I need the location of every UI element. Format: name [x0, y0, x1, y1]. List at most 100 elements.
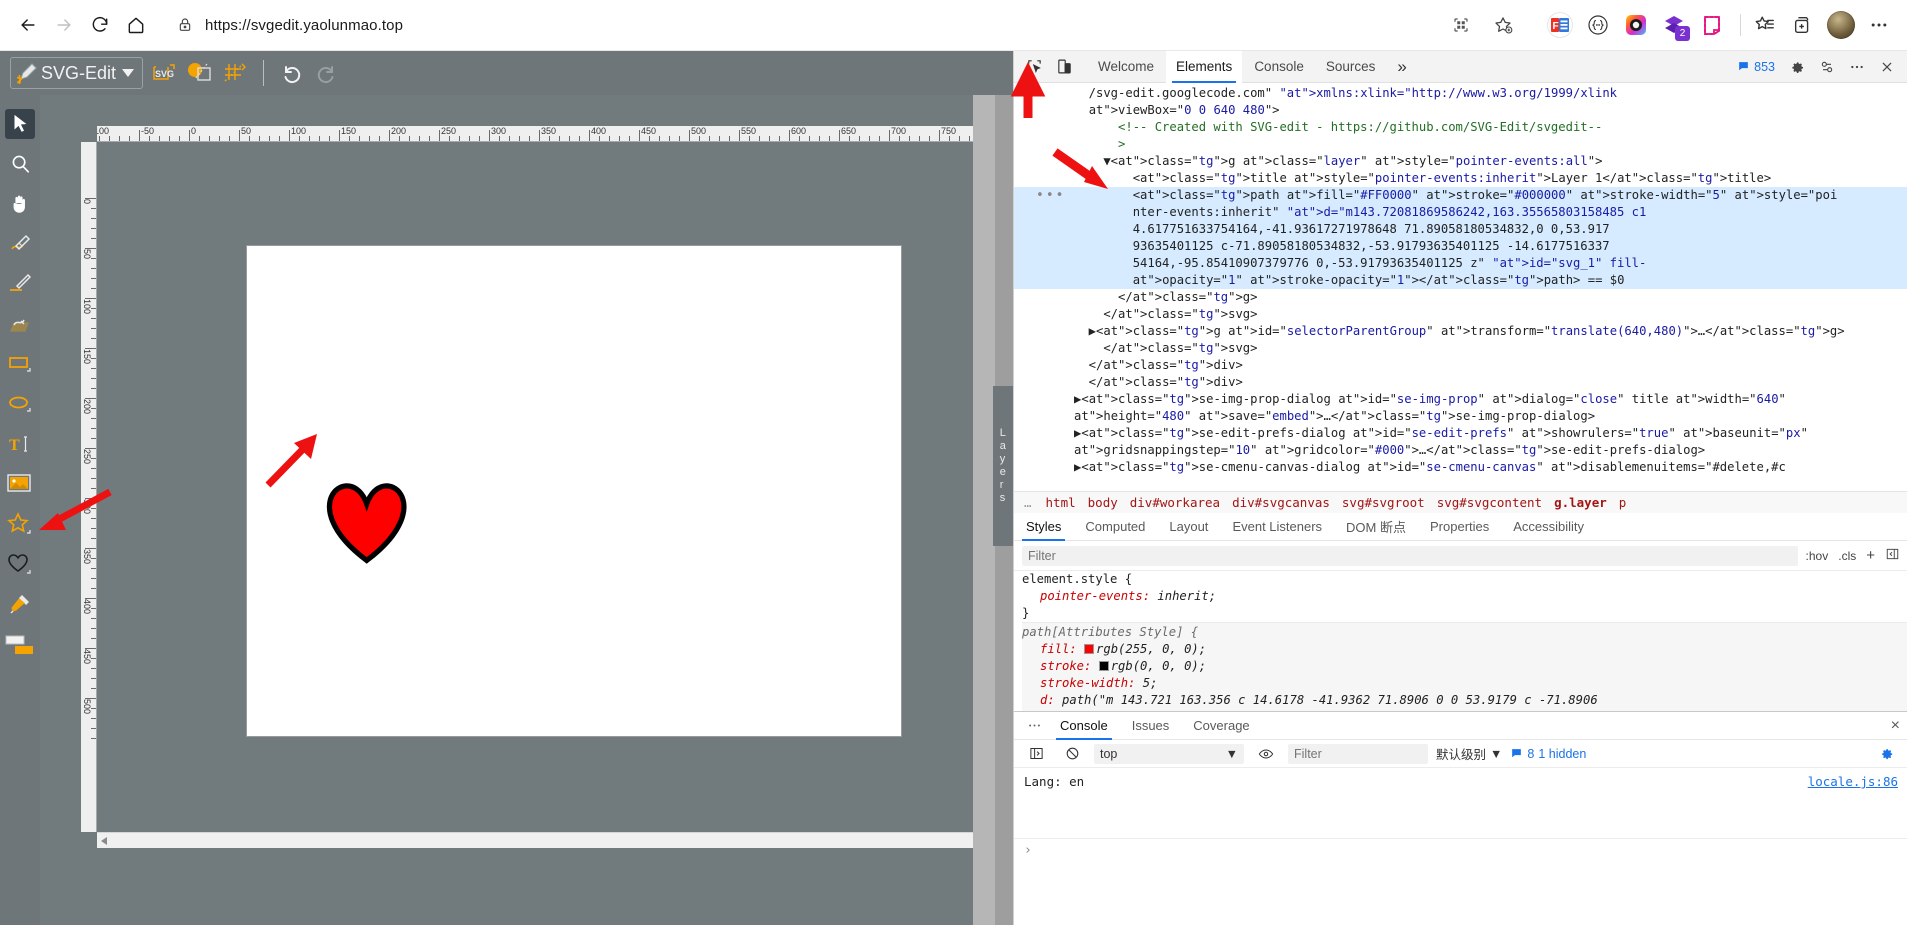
dom-tree-line[interactable]: at">gridsnappingstep="10" at">gridcolor=… [1014, 442, 1907, 459]
dom-tree-line[interactable]: <at">class="tg">path at">fill="#FF0000" … [1014, 187, 1907, 204]
cls-button[interactable]: .cls [1838, 549, 1856, 563]
address-bar[interactable]: https://svgedit.yaolunmao.top [162, 7, 1536, 43]
color-swatch[interactable] [1084, 644, 1095, 654]
canvas-horizontal-scrollbar[interactable] [97, 832, 1013, 848]
style-property[interactable]: stroke-width: 5; [1022, 675, 1907, 692]
breadcrumb-item[interactable]: svg#svgcontent [1437, 495, 1542, 510]
color-swatch[interactable] [1098, 661, 1109, 671]
pink-snip-extension-icon[interactable] [1694, 7, 1730, 43]
fill-stroke-swatch[interactable] [5, 629, 35, 663]
svg-document-icon[interactable]: SVG [149, 58, 179, 88]
tab-console[interactable]: Console [1244, 51, 1314, 83]
dom-tree-line[interactable]: at">height="480" at">save="embed">…</at"… [1014, 408, 1907, 425]
sidebar-item-zoom-tool[interactable] [5, 149, 35, 179]
sidebar-item-eyedropper-tool[interactable] [5, 589, 35, 619]
sidebar-item-freehand-tool[interactable] [5, 309, 35, 339]
sidebar-item-rectangle-tool[interactable] [5, 349, 35, 379]
svgedit-logo-menu-button[interactable]: SVG-Edit [10, 57, 144, 89]
dom-tree-line[interactable]: ▶<at">class="tg">se-edit-prefs-dialog at… [1014, 425, 1907, 442]
dom-tree[interactable]: /svg-edit.googlecode.com" "at">xmlns:xli… [1014, 83, 1907, 488]
breadcrumb-item[interactable]: g.layer [1554, 495, 1607, 510]
style-property[interactable]: fill: rgb(255, 0, 0); [1022, 641, 1907, 658]
style-tab-properties[interactable]: Properties [1418, 513, 1501, 541]
console-hidden-messages[interactable]: 8 1 hidden [1510, 747, 1586, 761]
dom-tree-line[interactable]: <at">class="tg">title at">style="pointer… [1014, 170, 1907, 187]
dom-tree-line[interactable]: 93635401125 c-71.89058180534832,-53.9179… [1014, 238, 1907, 255]
sidebar-item-text-tool[interactable]: T [5, 429, 35, 459]
hscroll-left-arrow-icon[interactable] [101, 837, 107, 845]
layers-tab-toggle[interactable]: Layers [993, 386, 1013, 546]
drawer-more-icon[interactable] [1020, 713, 1048, 739]
sidebar-item-image-tool[interactable] [5, 469, 35, 499]
console-settings-gear-icon[interactable] [1872, 741, 1900, 767]
style-property[interactable]: pointer-events: inherit; [1022, 588, 1907, 605]
curly-braces-extension-icon[interactable] [1580, 7, 1616, 43]
devtools-customize-icon[interactable] [1813, 54, 1841, 80]
styles-filter-input[interactable] [1022, 545, 1798, 566]
style-tab-accessibility[interactable]: Accessibility [1501, 513, 1596, 541]
tab-welcome[interactable]: Welcome [1088, 51, 1164, 83]
sidebar-item-star-tool[interactable] [5, 509, 35, 539]
drawer-tab-issues[interactable]: Issues [1120, 712, 1182, 740]
dom-tree-line[interactable]: nter-events:inherit" "at">d="m143.720818… [1014, 204, 1907, 221]
settings-more-icon[interactable] [1861, 7, 1897, 43]
drawer-tab-coverage[interactable]: Coverage [1181, 712, 1261, 740]
dom-tree-line[interactable]: ▶<at">class="tg">g at">id="selectorParen… [1014, 323, 1907, 340]
style-property[interactable]: d: path("m 143.721 163.356 c 14.6178 -41… [1022, 692, 1907, 709]
dom-tree-line[interactable]: > [1014, 136, 1907, 153]
dom-tree-line[interactable]: ▶<at">class="tg">se-cmenu-canvas-dialog … [1014, 459, 1907, 476]
drawer-tab-console[interactable]: Console [1048, 712, 1120, 740]
purple-layers-extension-icon[interactable]: 2 [1656, 7, 1692, 43]
profile-avatar[interactable] [1823, 7, 1859, 43]
dom-tree-line[interactable]: at">opacity="1" at">stroke-opacity="1"><… [1014, 272, 1907, 289]
breadcrumb-item[interactable]: p [1619, 495, 1627, 510]
breadcrumb[interactable]: … html body div#workarea div#svgcanvas svg#sv… [1014, 491, 1907, 513]
dom-tree-line[interactable]: /svg-edit.googlecode.com" "at">xmlns:xli… [1014, 85, 1907, 102]
dom-tree-line[interactable]: </at">class="tg">div> [1014, 357, 1907, 374]
console-sidebar-toggle-icon[interactable] [1022, 741, 1050, 767]
breadcrumb-item[interactable]: svg#svgroot [1342, 495, 1425, 510]
style-rule-block[interactable]: path[Attributes Style] {fill: rgb(255, 0… [1022, 622, 1907, 711]
fe-extension-icon[interactable]: F [1542, 7, 1578, 43]
sidebar-item-select-tool[interactable] [5, 109, 35, 139]
redo-icon[interactable] [312, 58, 342, 88]
tab-sources[interactable]: Sources [1316, 51, 1386, 83]
dom-tree-line[interactable]: </at">class="tg">div> [1014, 374, 1907, 391]
collections-icon[interactable] [1747, 7, 1783, 43]
style-property[interactable]: stroke: rgb(0, 0, 0); [1022, 658, 1907, 675]
style-rule-block[interactable]: element.style {pointer-events: inherit;} [1022, 571, 1907, 622]
dom-tree-line[interactable]: </at">class="tg">g> [1014, 289, 1907, 306]
styles-tab-bar[interactable]: Styles Computed Layout Event Listeners DOM 断… [1014, 513, 1907, 541]
settings-gear-icon[interactable] [1783, 54, 1811, 80]
issues-counter[interactable]: 853 [1731, 60, 1781, 74]
back-button[interactable] [10, 7, 46, 43]
style-tab-dom-断点[interactable]: DOM 断点 [1334, 513, 1418, 541]
devtools-more-icon[interactable] [1843, 54, 1871, 80]
split-screen-icon[interactable] [1443, 7, 1479, 43]
style-tab-layout[interactable]: Layout [1157, 513, 1220, 541]
dom-tree-line[interactable]: 4.617751633754164,-41.93617271978648 71.… [1014, 221, 1907, 238]
inspect-element-icon[interactable] [1020, 54, 1048, 80]
breadcrumb-item[interactable]: div#workarea [1130, 495, 1220, 510]
dom-tree-line[interactable]: </at">class="tg">svg> [1014, 306, 1907, 323]
svg-drawing-canvas[interactable] [246, 245, 902, 737]
console-filter-input[interactable] [1288, 743, 1428, 764]
dom-tree-line[interactable]: </at">class="tg">svg> [1014, 340, 1907, 357]
vertical-ruler[interactable]: 0 50 100 150 200 250 300 350 400 450 500 [81, 142, 97, 832]
sidebar-item-pan-tool[interactable] [5, 189, 35, 219]
style-tab-styles[interactable]: Styles [1014, 513, 1073, 541]
styles-rules-list[interactable]: element.style {pointer-events: inherit;}… [1014, 571, 1907, 711]
undo-icon[interactable] [276, 58, 306, 88]
sidebar-item-line-tool[interactable] [5, 269, 35, 299]
console-prompt[interactable]: › [1014, 838, 1907, 862]
breadcrumb-item[interactable]: html [1046, 495, 1076, 510]
reload-button[interactable] [82, 7, 118, 43]
drawer-close-icon[interactable]: × [1891, 717, 1900, 735]
clear-console-icon[interactable] [1058, 741, 1086, 767]
dom-tree-line[interactable]: 54164,-95.85410907379776 0,-53.917936354… [1014, 255, 1907, 272]
console-levels-select[interactable]: 默认级别 ▼ [1436, 744, 1502, 763]
camera-extension-icon[interactable] [1618, 7, 1654, 43]
breadcrumb-item[interactable]: body [1088, 495, 1118, 510]
add-tab-group-icon[interactable] [1785, 7, 1821, 43]
devtools-close-icon[interactable] [1873, 54, 1901, 80]
